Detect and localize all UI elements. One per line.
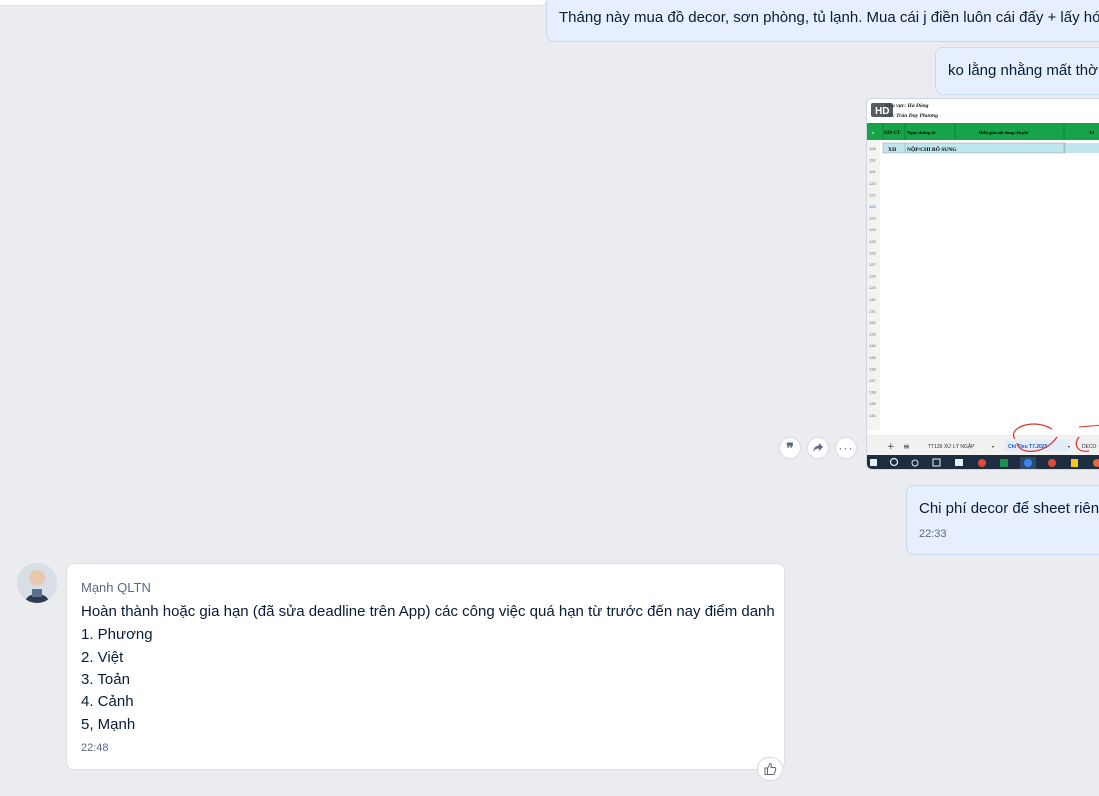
image-attachment[interactable]: Khu vực: Hà Đông GĐ: Trần Duy Phương HD … xyxy=(866,98,1099,470)
row-number: 108 xyxy=(869,146,876,151)
more-icon: ··· xyxy=(838,441,854,455)
message-time: 22:48 xyxy=(81,742,109,754)
row-number: 118 xyxy=(869,158,876,163)
message-text: Tháng này mua đồ decor, sơn phòng, tủ lạ… xyxy=(559,9,1099,26)
row-number: 120 xyxy=(869,181,876,186)
row-number: 137 xyxy=(869,378,876,383)
share-icon xyxy=(813,443,823,452)
incoming-message[interactable]: Mạnh QLTN Hoàn thành hoặc gia hạn (đã sử… xyxy=(66,563,785,770)
reaction-button[interactable] xyxy=(757,757,783,781)
hd-badge: HD xyxy=(875,106,889,117)
thumbs-up-icon xyxy=(764,762,777,775)
list-item: 3. Toản xyxy=(81,671,130,688)
add-sheet-icon: + xyxy=(887,442,895,452)
list-item: 1. Phương xyxy=(81,626,153,643)
avatar[interactable] xyxy=(17,563,57,603)
row-number: 123 xyxy=(869,216,876,221)
avatar-photo xyxy=(17,563,57,603)
row-number: 133 xyxy=(869,332,876,337)
sender-name[interactable]: Mạnh QLTN xyxy=(81,580,151,595)
forward-button[interactable] xyxy=(807,437,829,459)
row-number: 140 xyxy=(869,413,876,418)
outgoing-message[interactable]: Tháng này mua đồ decor, sơn phòng, tủ lạ… xyxy=(546,0,1099,42)
row-number: 136 xyxy=(869,366,876,371)
list-item: 2. Việt xyxy=(81,649,124,666)
row-number: 126 xyxy=(869,250,876,255)
row-number: 130 xyxy=(869,297,876,302)
row-number: 122 xyxy=(869,204,876,209)
row-number: 125 xyxy=(869,239,876,244)
quote-button[interactable]: ❞ xyxy=(779,437,801,459)
spreadsheet-screenshot: Khu vực: Hà Đông GĐ: Trần Duy Phương HD … xyxy=(867,99,1099,469)
message-time: 22:33 xyxy=(919,528,947,540)
row-number: 121 xyxy=(869,192,876,197)
col-header-4: Diễn giải nội dung chi phí xyxy=(979,130,1029,135)
more-button[interactable]: ··· xyxy=(835,437,857,459)
list-item: 4. Cảnh xyxy=(81,693,134,710)
quote-icon: ❞ xyxy=(786,440,794,456)
row-number: 124 xyxy=(869,227,876,232)
section-title: NỘP/CHI BỔ SUNG xyxy=(907,145,957,153)
col-header-5: Tổ xyxy=(1089,130,1095,135)
list-item: 5, Mạnh xyxy=(81,716,136,733)
outgoing-message[interactable]: ko lằng nhằng mất thờ xyxy=(935,47,1099,95)
outgoing-message[interactable]: Chi phí decor để sheet riên 22:33 xyxy=(906,485,1099,555)
row-number: 134 xyxy=(869,343,876,348)
message-text: Chi phí decor để sheet riên xyxy=(919,500,1099,517)
row-number: 129 xyxy=(869,285,876,290)
row-number: 131 xyxy=(869,308,876,313)
row-number: 132 xyxy=(869,320,876,325)
sheet-tab-1: TT139 XỬ LÝ NGẬP xyxy=(928,443,975,450)
sheet-list-icon: ≡ xyxy=(903,442,910,451)
row-number: 135 xyxy=(869,355,876,360)
chevron-down-icon: ▾ xyxy=(992,444,994,449)
row-number: 127 xyxy=(869,262,876,267)
col-header-3: Ngày chứng từ xyxy=(907,130,936,135)
section-code: XII xyxy=(888,147,896,153)
previous-message-edge xyxy=(0,0,547,6)
message-line: Hoàn thành hoặc gia hạn (đã sửa deadline… xyxy=(81,603,775,620)
message-text: ko lằng nhằng mất thờ xyxy=(948,62,1098,79)
row-number: 128 xyxy=(869,274,876,279)
row-number: 138 xyxy=(869,390,876,395)
sheet-tab-3: DECO xyxy=(1082,444,1097,450)
col-header-2: S29-CT xyxy=(884,131,901,136)
row-number: 139 xyxy=(869,401,876,406)
row-number: 119 xyxy=(869,169,876,174)
chevron-down-icon: ▾ xyxy=(1068,444,1070,449)
